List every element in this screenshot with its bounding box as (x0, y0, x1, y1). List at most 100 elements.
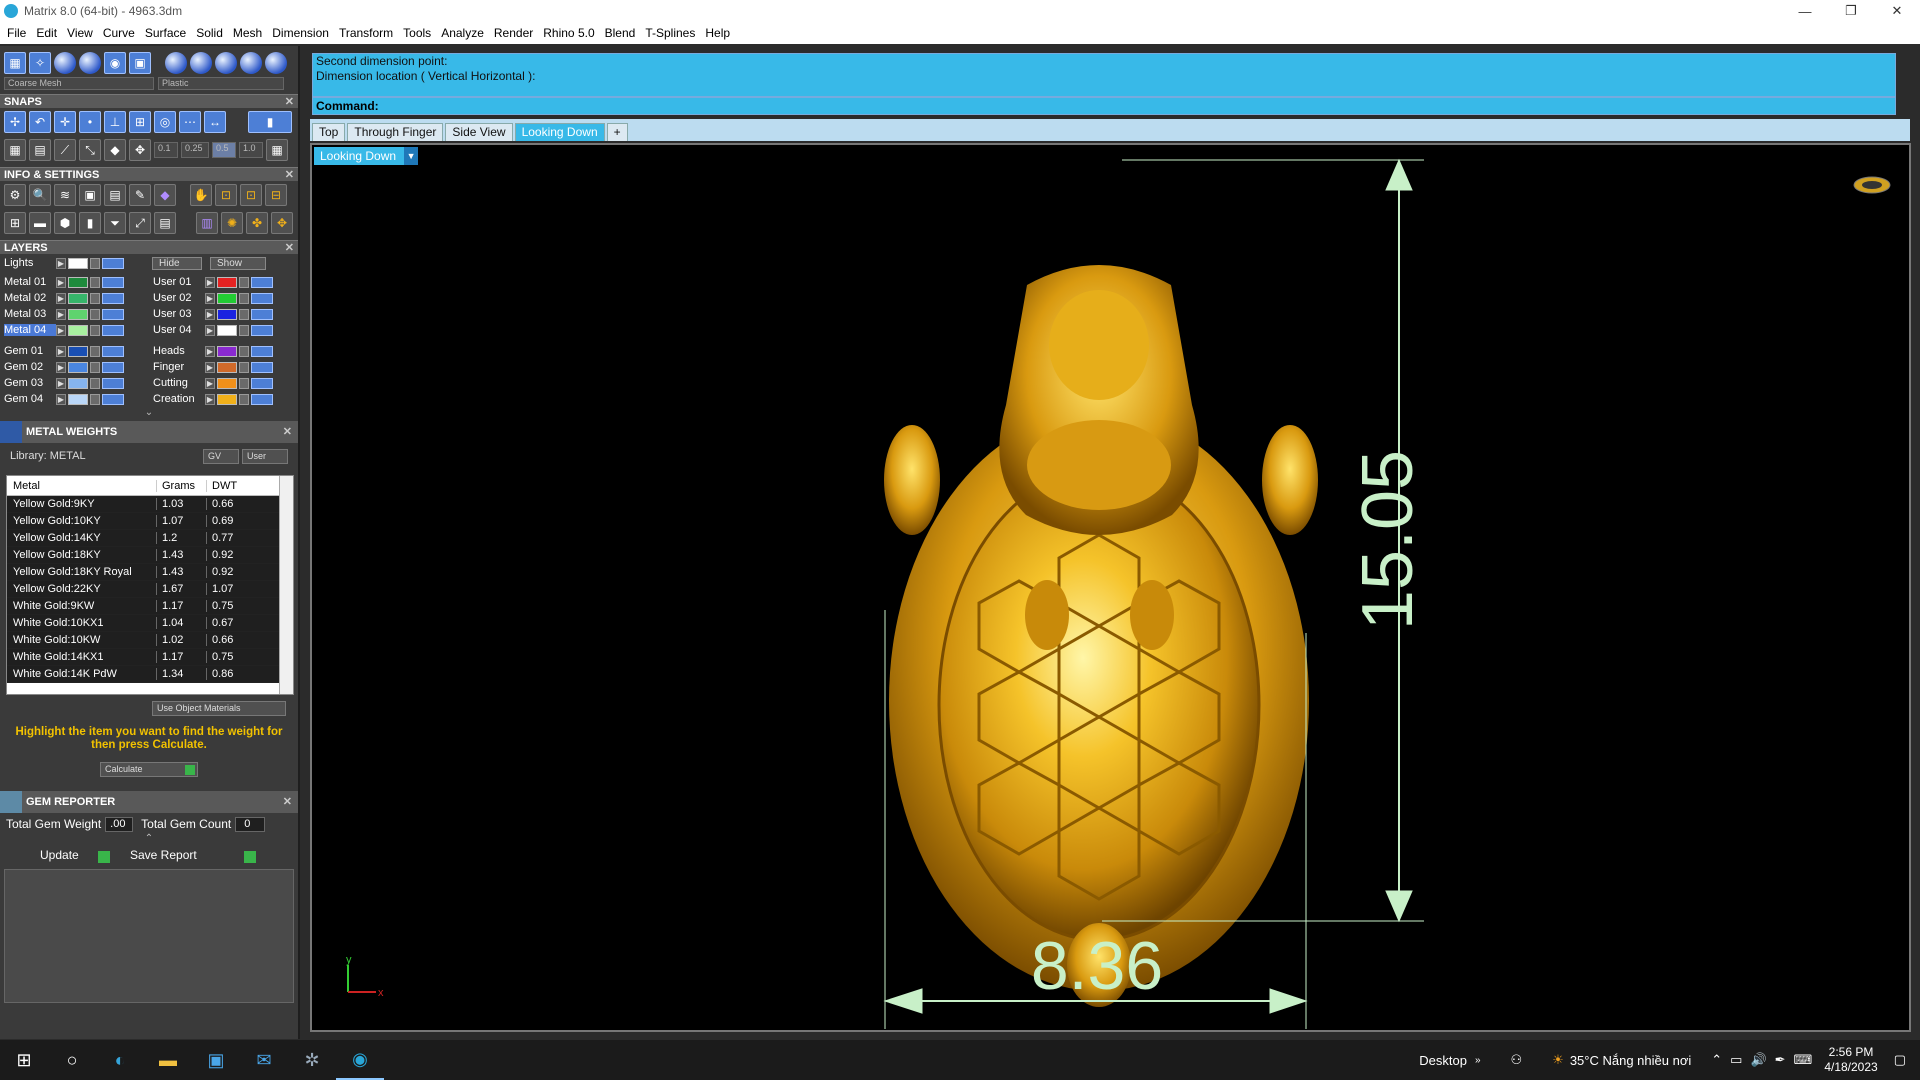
show-button[interactable]: Show (210, 256, 266, 270)
expand-arrow-icon[interactable]: ▶ (205, 345, 215, 357)
menu-help[interactable]: Help (702, 26, 737, 40)
layer-row[interactable]: Cutting ▶ (149, 375, 298, 391)
layer-row[interactable]: Creation ▶ (149, 391, 298, 407)
layer-row[interactable]: Metal 03 ▶ (0, 306, 149, 322)
keyboard-icon[interactable]: ⌨ (1794, 1052, 1813, 1068)
calculate-button[interactable]: Calculate (100, 762, 198, 777)
edit-icon[interactable]: ✎ (129, 184, 151, 206)
table-row[interactable]: White Gold:10KW 1.02 0.66 (7, 632, 293, 649)
menu-edit[interactable]: Edit (33, 26, 64, 40)
snap-grid-icon[interactable]: ⊞ (129, 111, 151, 133)
expand-arrow-icon[interactable]: ▶ (56, 377, 66, 389)
viewport[interactable]: Looking Down ▼ 15.05 8.36 y x (310, 143, 1911, 1032)
visibility-toggle[interactable] (102, 308, 124, 320)
snap-diag-icon[interactable]: ⤡ (79, 139, 101, 161)
layer-color-swatch[interactable] (217, 393, 237, 405)
weight-icon[interactable]: ⊟ (265, 184, 287, 206)
layer-row[interactable]: Gem 03 ▶ (0, 375, 149, 391)
volume-icon[interactable]: 🔊 (1750, 1052, 1766, 1068)
visibility-toggle[interactable] (102, 324, 124, 336)
visibility-toggle[interactable] (102, 257, 124, 269)
network-icon[interactable]: ✺ (221, 212, 243, 234)
snap-plane-icon[interactable]: ▤ (29, 139, 51, 161)
expand-arrow-icon[interactable]: ▶ (56, 308, 66, 320)
material-combo[interactable]: Plastic (158, 77, 284, 90)
measure-2-icon[interactable]: ⊡ (240, 184, 262, 206)
material-sphere-3-icon[interactable] (215, 52, 237, 74)
visibility-toggle[interactable] (102, 276, 124, 288)
collapse-arrow-icon[interactable]: ⌃ (0, 834, 298, 845)
expand-arrow-icon[interactable]: ▶ (56, 257, 66, 269)
snap-grid-settings-icon[interactable]: ▦ (266, 139, 288, 161)
tab-through-finger[interactable]: Through Finger (347, 123, 444, 141)
layer-color-swatch[interactable] (68, 276, 88, 288)
table-row[interactable]: Yellow Gold:14KY 1.2 0.77 (7, 530, 293, 547)
menu-transform[interactable]: Transform (336, 26, 400, 40)
weather-text[interactable]: 35°C Nắng nhiều nơi (1570, 1053, 1691, 1068)
snap-cross-icon[interactable]: ✛ (54, 111, 76, 133)
user-toggle[interactable]: User (242, 448, 288, 464)
lights-swatch[interactable] (68, 257, 88, 269)
clock[interactable]: 2:56 PM 4/18/2023 (1824, 1045, 1877, 1075)
layer-name[interactable]: User 04 (153, 324, 205, 336)
measure-1-icon[interactable]: ⊡ (215, 184, 237, 206)
lock-icon[interactable] (239, 324, 249, 336)
snap-perp-icon[interactable]: ⊥ (104, 111, 126, 133)
cylinder-icon[interactable]: ▮ (79, 212, 101, 234)
menu-analyze[interactable]: Analyze (438, 26, 491, 40)
document-icon[interactable]: ▤ (104, 184, 126, 206)
snap-end-icon[interactable]: ✢ (4, 111, 26, 133)
table-row[interactable]: White Gold:9KW 1.17 0.75 (7, 598, 293, 615)
lock-icon[interactable] (90, 377, 100, 389)
hand-icon[interactable]: ✋ (190, 184, 212, 206)
layer-color-swatch[interactable] (68, 377, 88, 389)
menu-render[interactable]: Render (491, 26, 540, 40)
app-gear-icon[interactable]: ✲ (288, 1040, 336, 1080)
layer-name[interactable]: Metal 04 (4, 324, 56, 336)
layer-row[interactable]: Heads ▶ (149, 343, 298, 359)
lock-icon[interactable] (239, 292, 249, 304)
tray-chevron-up-icon[interactable]: ⌃ (1711, 1052, 1722, 1068)
lock-icon[interactable] (90, 292, 100, 304)
light-icon[interactable]: ✧ (29, 52, 51, 74)
layer-name[interactable]: User 02 (153, 292, 205, 304)
layer-color-swatch[interactable] (217, 345, 237, 357)
lock-icon[interactable] (239, 308, 249, 320)
lock-icon[interactable] (90, 361, 100, 373)
layer-row[interactable]: User 02 ▶ (149, 290, 298, 306)
menu-rhino[interactable]: Rhino 5.0 (540, 26, 601, 40)
menu-blend[interactable]: Blend (602, 26, 643, 40)
col-metal[interactable]: Metal (7, 479, 157, 492)
layers-stack-icon[interactable]: ≋ (54, 184, 76, 206)
expand-arrow-icon[interactable]: ▶ (205, 361, 215, 373)
layer-name[interactable]: Metal 03 (4, 308, 56, 320)
close-icon[interactable]: ✕ (285, 241, 294, 255)
add-tab-button[interactable]: + (606, 123, 628, 141)
layer-row[interactable]: Metal 01 ▶ (0, 274, 149, 290)
table-row[interactable]: White Gold:14K PdW 1.34 0.86 (7, 666, 293, 683)
layer-row[interactable]: Gem 04 ▶ (0, 391, 149, 407)
layer-color-swatch[interactable] (68, 308, 88, 320)
expand-arrow-icon[interactable]: ▶ (205, 324, 215, 336)
expand-arrow-icon[interactable]: ▶ (205, 308, 215, 320)
expand-arrow-icon[interactable]: ▶ (56, 361, 66, 373)
expand-arrow-icon[interactable]: ▶ (205, 393, 215, 405)
snap-line-icon[interactable]: ⟋ (54, 139, 76, 161)
expand-arrow-icon[interactable]: ▶ (56, 393, 66, 405)
layer-row[interactable]: User 03 ▶ (149, 306, 298, 322)
layer-name[interactable]: Gem 04 (4, 393, 56, 405)
layer-row[interactable]: Metal 04 ▶ (0, 322, 149, 338)
material-sphere-5-icon[interactable] (265, 52, 287, 74)
layer-color-swatch[interactable] (68, 361, 88, 373)
lock-icon[interactable] (239, 345, 249, 357)
menu-mesh[interactable]: Mesh (230, 26, 269, 40)
layer-name[interactable]: Gem 03 (4, 377, 56, 389)
visibility-toggle[interactable] (251, 308, 273, 320)
snap-mid-icon[interactable]: ↔ (204, 111, 226, 133)
expand-arrow-icon[interactable]: ▶ (56, 276, 66, 288)
tab-side-view[interactable]: Side View (445, 123, 513, 141)
update-button[interactable]: Update (40, 848, 110, 863)
layer-name[interactable]: Gem 02 (4, 361, 56, 373)
command-prompt[interactable]: Command: (312, 97, 1896, 115)
snap-curve-icon[interactable]: ↶ (29, 111, 51, 133)
